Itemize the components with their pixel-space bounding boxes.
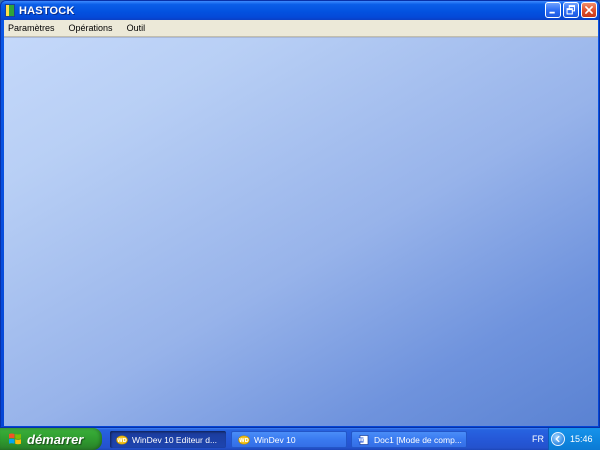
menu-parametres[interactable]: Paramètres xyxy=(4,20,59,37)
taskbar-item-label: WinDev 10 xyxy=(254,434,296,445)
menu-operations[interactable]: Opérations xyxy=(65,20,117,37)
minimize-button[interactable] xyxy=(545,2,561,18)
language-indicator[interactable]: FR xyxy=(532,428,544,450)
app-icon[interactable] xyxy=(5,4,15,17)
windev-icon: WD xyxy=(116,435,128,444)
show-hidden-icons-button[interactable] xyxy=(551,432,565,446)
taskbar: démarrer WD WinDev 10 Editeur d... WD Wi… xyxy=(0,428,600,450)
close-button[interactable] xyxy=(581,2,597,18)
taskbar-item-doc1[interactable]: W Doc1 [Mode de comp... xyxy=(351,431,467,448)
taskbar-item-label: Doc1 [Mode de comp... xyxy=(374,434,462,445)
title-bar[interactable]: HASTOCK xyxy=(1,1,599,20)
restore-icon xyxy=(566,5,576,15)
clock[interactable]: 15:46 xyxy=(570,434,593,444)
svg-text:WD: WD xyxy=(117,438,127,444)
client-area xyxy=(4,37,598,426)
minimize-icon xyxy=(549,11,555,14)
system-tray: 15:46 xyxy=(548,428,600,450)
start-button[interactable]: démarrer xyxy=(0,428,102,450)
restore-button[interactable] xyxy=(563,2,579,18)
window-controls xyxy=(545,2,597,18)
window-title: HASTOCK xyxy=(19,4,75,17)
svg-text:WD: WD xyxy=(239,438,249,444)
taskbar-item-windev-editor[interactable]: WD WinDev 10 Editeur d... xyxy=(110,431,226,448)
start-label: démarrer xyxy=(27,431,84,447)
windev-icon: WD xyxy=(238,435,250,444)
windows-logo-icon xyxy=(9,433,21,445)
menu-outil[interactable]: Outil xyxy=(123,20,150,37)
word-document-icon: W xyxy=(358,434,369,445)
taskbar-item-windev[interactable]: WD WinDev 10 xyxy=(231,431,347,448)
svg-text:W: W xyxy=(359,437,364,443)
close-icon xyxy=(585,6,593,14)
taskbar-item-label: WinDev 10 Editeur d... xyxy=(132,434,218,445)
chevron-left-icon xyxy=(555,435,560,443)
menu-bar: Paramètres Opérations Outil xyxy=(4,20,598,37)
app-window: HASTOCK Paramètres Opérations Outil xyxy=(0,0,600,428)
